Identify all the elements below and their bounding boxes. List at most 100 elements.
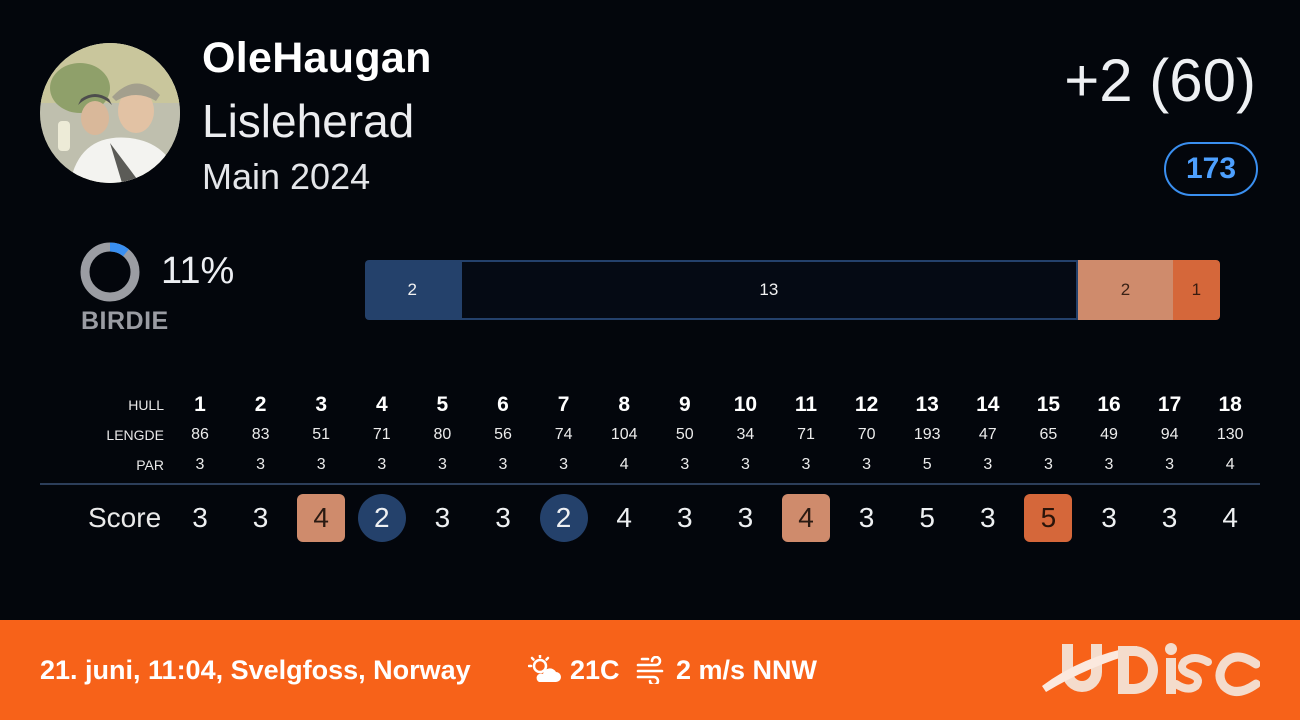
hole-number-11: 11: [794, 393, 818, 416]
hole-par-3: 3: [316, 456, 326, 473]
hole-score-15: 5: [1024, 494, 1073, 542]
hole-par-13: 5: [922, 456, 932, 473]
hole-row: HULL 1 2 3 4 5 6 7 8 9 10 11 12 13 14 15 16 17 18: [40, 390, 1260, 420]
hole-length-17: 94: [1160, 426, 1179, 443]
hole-score-10: 3: [737, 502, 754, 533]
hole-score-4: 2: [357, 494, 406, 542]
hole-par-5: 3: [437, 456, 447, 473]
player-avatar: [40, 43, 180, 183]
par-row-label: PAR: [136, 457, 164, 473]
hole-score-7: 2: [539, 494, 588, 542]
hole-number-3: 3: [315, 393, 328, 416]
hole-length-2: 83: [251, 426, 270, 443]
hole-score-14: 3: [980, 502, 996, 533]
hole-par-18: 4: [1225, 456, 1235, 473]
hole-number-15: 15: [1036, 393, 1061, 416]
hole-number-14: 14: [976, 393, 1000, 416]
length-row: LENGDE 86 83 51 71 80 56 74 104 50 34 71 70 193 47 65 4…: [40, 420, 1260, 450]
hole-par-10: 3: [740, 456, 750, 473]
hole-score-2: 3: [252, 502, 269, 533]
hole-score-5: 3: [434, 502, 451, 533]
birdie-percent: 11%: [161, 250, 235, 292]
hole-number-6: 6: [497, 393, 509, 416]
hole-number-9: 9: [678, 393, 691, 416]
wind-value: 2 m/s NNW: [676, 654, 818, 685]
hole-number-8: 8: [618, 393, 631, 416]
hole-par-1: 3: [195, 456, 205, 473]
hole-length-16: 49: [1100, 426, 1118, 443]
player-name: OleHaugan: [202, 34, 432, 82]
hole-par-8: 4: [619, 456, 629, 473]
hole-length-6: 56: [494, 426, 512, 443]
hole-number-7: 7: [557, 393, 570, 416]
hole-par-15: 3: [1043, 456, 1053, 473]
temperature-value: 21C: [570, 654, 620, 685]
score-distribution-bar: 2 13 2 1: [365, 260, 1220, 320]
hole-score-18: 4: [1222, 502, 1238, 533]
total-score: +2 (60): [1064, 47, 1256, 114]
distribution-double-bogey: 1: [1172, 260, 1220, 320]
hole-par-14: 3: [983, 456, 993, 473]
hole-length-3: 51: [312, 426, 331, 443]
hole-length-11: 71: [797, 426, 815, 443]
hole-length-10: 34: [736, 426, 755, 443]
hole-par-17: 3: [1165, 456, 1175, 473]
hole-score-11: 4: [782, 494, 830, 542]
hole-length-8: 104: [610, 426, 638, 443]
weather-temperature: 21C: [528, 620, 620, 720]
hole-par-12: 3: [862, 456, 872, 473]
hole-number-10: 10: [733, 393, 758, 416]
distribution-bogey: 2: [1078, 260, 1173, 320]
hole-par-11: 3: [801, 456, 811, 473]
weather-wind: 2 m/s NNW: [636, 620, 817, 720]
scorecard-divider: [40, 483, 1260, 485]
hole-score-9: 3: [677, 502, 693, 533]
stat-label: BIRDIE: [81, 307, 169, 335]
hole-number-2: 2: [254, 393, 267, 416]
hole-length-13: 193: [913, 426, 941, 443]
length-row-label: LENGDE: [106, 427, 164, 443]
hole-par-7: 3: [559, 456, 569, 473]
hole-par-2: 3: [256, 456, 266, 473]
hole-number-12: 12: [854, 393, 879, 416]
hole-par-9: 3: [680, 456, 690, 473]
hole-score-16: 3: [1101, 502, 1117, 533]
distribution-par: 13: [459, 260, 1079, 320]
hole-length-12: 70: [857, 426, 876, 443]
round-rating-badge: 173: [1164, 142, 1258, 196]
hole-score-3: 4: [297, 494, 346, 542]
hole-length-1: 86: [191, 426, 209, 443]
hole-row-label: HULL: [128, 397, 164, 413]
score-row-label: Score: [88, 502, 162, 533]
wind-icon: [636, 656, 664, 684]
hole-score-1: 3: [192, 502, 208, 533]
hole-number-4: 4: [375, 393, 388, 416]
score-row: Score 334233243343535334: [40, 490, 1260, 546]
hole-length-5: 80: [433, 426, 452, 443]
par-row: PAR 3 3 3 3 3 3 3 4 3 3 3 3 5 3 3 3 3 4: [40, 450, 1260, 480]
hole-par-6: 3: [498, 456, 508, 473]
hole-number-18: 18: [1218, 393, 1242, 416]
layout-name: Main 2024: [202, 156, 371, 197]
hole-par-16: 3: [1104, 456, 1114, 473]
hole-score-6: 3: [495, 502, 511, 533]
course-name: Lisleherad: [202, 95, 415, 147]
birdie-donut-chart: [80, 242, 140, 302]
hole-length-18: 130: [1216, 426, 1244, 443]
scorecard: HULL 1 2 3 4 5 6 7 8 9 10 11 12 13 14 15 16 17 18 LENGDE …: [40, 390, 1260, 480]
hole-length-4: 71: [372, 426, 391, 443]
hole-number-17: 17: [1157, 393, 1182, 416]
hole-number-1: 1: [194, 393, 206, 416]
hole-length-9: 50: [675, 426, 694, 443]
hole-par-4: 3: [377, 456, 387, 473]
hole-score-17: 3: [1161, 502, 1178, 533]
hole-length-7: 74: [554, 426, 573, 443]
hole-score-8: 4: [616, 502, 632, 533]
partly-cloudy-icon: [528, 655, 561, 682]
round-info: 21. juni, 11:04, Svelgfoss, Norway: [40, 655, 471, 685]
hole-number-5: 5: [436, 393, 449, 416]
hole-length-15: 65: [1039, 426, 1058, 443]
hole-number-13: 13: [915, 393, 939, 416]
hole-number-16: 16: [1097, 393, 1121, 416]
distribution-birdie: 2: [365, 260, 460, 320]
